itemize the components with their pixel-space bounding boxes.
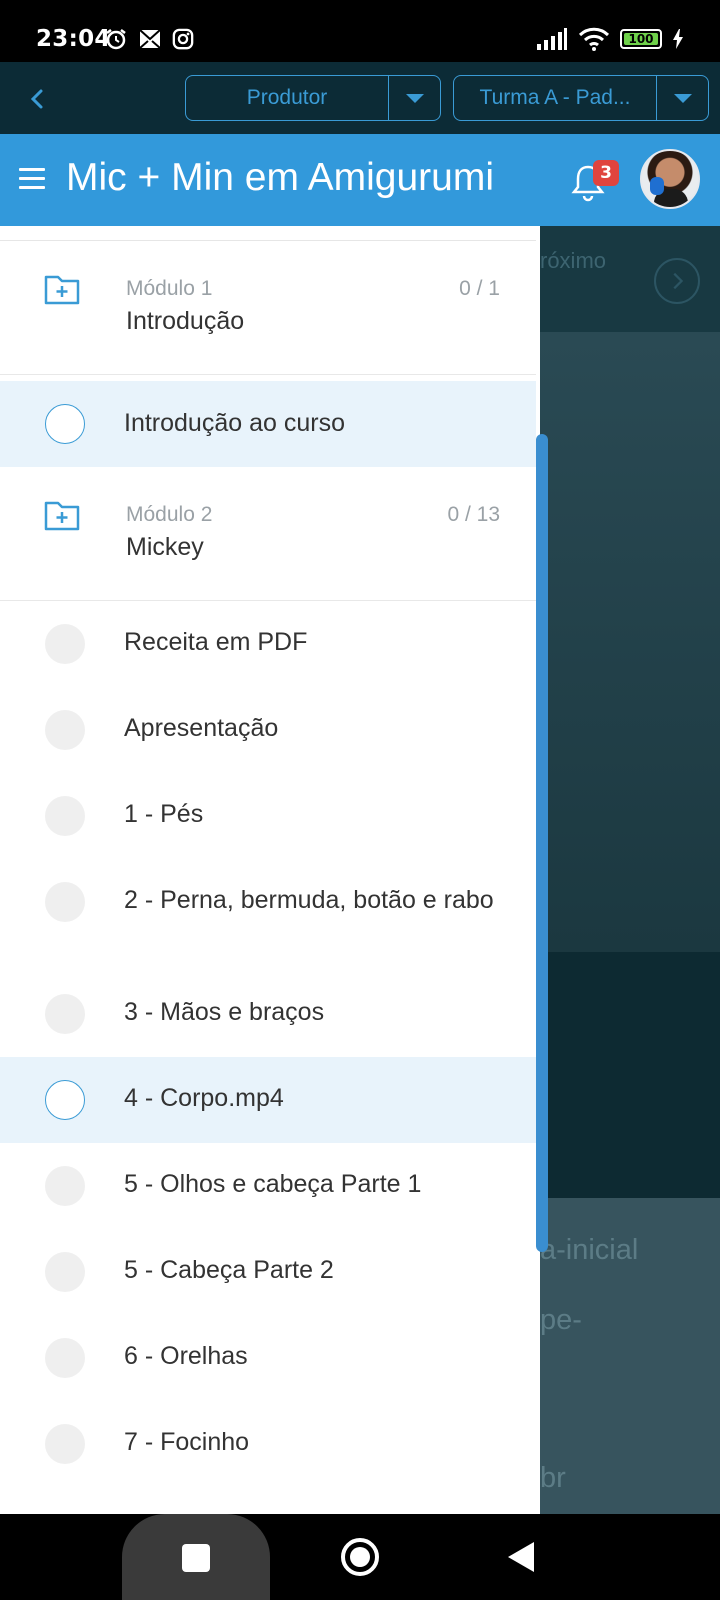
chevron-down-icon	[673, 93, 692, 103]
next-lesson-icon[interactable]	[654, 258, 700, 304]
status-icons-left	[104, 27, 194, 51]
lesson-item[interactable]: 7 - Focinho	[0, 1401, 536, 1487]
signal-icon	[537, 28, 567, 50]
role-select-value: Produtor	[246, 86, 328, 109]
home-icon	[350, 1547, 370, 1567]
wifi-icon	[578, 27, 610, 51]
battery-icon: 100	[620, 29, 662, 49]
lesson-label: 5 - Cabeça Parte 2	[124, 1256, 334, 1284]
lesson-label: 5 - Olhos e cabeça Parte 1	[124, 1170, 422, 1198]
lesson-status-icon	[45, 994, 85, 1034]
top-toolbar: Produtor Turma A - Pad...	[0, 62, 720, 134]
page-content-overlay[interactable]: róximo a-inicial pe- br	[540, 226, 720, 1514]
lesson-label: 2 - Perna, bermuda, botão e rabo	[124, 886, 494, 914]
class-select-arrow[interactable]	[656, 76, 708, 120]
lesson-label: Receita em PDF	[124, 628, 308, 656]
status-time: 23:04	[36, 26, 111, 52]
charging-icon	[673, 29, 683, 49]
lesson-status-icon	[45, 882, 85, 922]
status-bar: 23:04 100	[0, 0, 720, 62]
home-button[interactable]	[341, 1538, 379, 1576]
alarm-icon	[106, 29, 126, 50]
avatar[interactable]	[640, 149, 700, 209]
lesson-label: 3 - Mãos e braços	[124, 998, 325, 1026]
lesson-label: Apresentação	[124, 714, 279, 742]
module-progress: 0 / 13	[447, 503, 500, 526]
menu-icon[interactable]	[19, 168, 45, 192]
lesson-item[interactable]: 5 - Olhos e cabeça Parte 1	[0, 1143, 536, 1229]
module-number: Módulo 2	[126, 503, 213, 526]
lesson-item[interactable]: 4 - Corpo.mp4	[0, 1057, 536, 1143]
lesson-item[interactable]: 3 - Mãos e braços	[0, 971, 536, 1057]
chevron-down-icon	[405, 93, 424, 103]
lesson-item[interactable]: 2 - Perna, bermuda, botão e rabo	[0, 859, 536, 974]
lesson-item[interactable]: 5 - Cabeça Parte 2	[0, 1229, 536, 1315]
lesson-status-icon	[45, 624, 85, 664]
class-select[interactable]: Turma A - Pad...	[453, 75, 709, 121]
course-title: Mic + Min em Amigurumi	[66, 156, 495, 199]
drawer-scrollbar[interactable]	[536, 434, 548, 1252]
lesson-label: 1 - Pés	[124, 800, 204, 828]
lesson-item[interactable]: Receita em PDF	[0, 601, 536, 687]
status-icons-right: 100	[536, 27, 684, 51]
mail-icon	[139, 29, 161, 49]
lesson-item[interactable]: 6 - Orelhas	[0, 1315, 536, 1401]
lesson-status-icon	[45, 1080, 85, 1120]
lesson-status-icon	[45, 796, 85, 836]
lesson-item[interactable]: 1 - Pés	[0, 773, 536, 859]
recents-button[interactable]	[122, 1514, 270, 1600]
lesson-status-icon	[45, 1252, 85, 1292]
instagram-icon	[172, 28, 194, 50]
lesson-label: 4 - Corpo.mp4	[124, 1084, 284, 1112]
back-button[interactable]	[508, 1542, 534, 1572]
lesson-label: 7 - Focinho	[124, 1428, 250, 1456]
system-nav-bar	[0, 1514, 720, 1600]
next-lesson-label: róximo	[540, 248, 607, 273]
bg-text-3: br	[540, 1462, 566, 1494]
course-drawer: Módulo 1 Introdução 0 / 1 Introdução ao …	[0, 226, 540, 1514]
module-name: Mickey	[126, 533, 204, 561]
lesson-label: Introdução ao curso	[124, 409, 345, 437]
back-arrow-icon[interactable]	[22, 84, 52, 114]
lesson-status-icon	[45, 1424, 85, 1464]
lesson-label: 6 - Orelhas	[124, 1342, 248, 1370]
battery-level: 100	[624, 33, 658, 45]
module-number: Módulo 1	[126, 277, 213, 300]
class-select-value: Turma A - Pad...	[479, 86, 631, 109]
module-header-1[interactable]: Módulo 1 Introdução 0 / 1	[0, 241, 536, 375]
lesson-status-icon	[45, 710, 85, 750]
app-header: Mic + Min em Amigurumi 3	[0, 134, 720, 226]
module-name: Introdução	[126, 307, 245, 335]
lesson-status-icon	[45, 404, 85, 444]
folder-plus-icon	[44, 501, 80, 531]
lesson-item[interactable]: Apresentação	[0, 687, 536, 773]
lesson-status-icon	[45, 1338, 85, 1378]
bg-text-2: pe-	[540, 1304, 582, 1336]
notification-badge: 3	[593, 160, 619, 186]
folder-plus-icon	[44, 275, 80, 305]
role-select[interactable]: Produtor	[185, 75, 441, 121]
bg-text-1: a-inicial	[540, 1234, 639, 1266]
lesson-item[interactable]: Introdução ao curso	[0, 381, 536, 467]
lesson-status-icon	[45, 1166, 85, 1206]
role-select-arrow[interactable]	[388, 76, 440, 120]
module-header-2[interactable]: Módulo 2 Mickey 0 / 13	[0, 467, 536, 601]
module-progress: 0 / 1	[459, 277, 500, 300]
recents-icon	[182, 1544, 210, 1572]
